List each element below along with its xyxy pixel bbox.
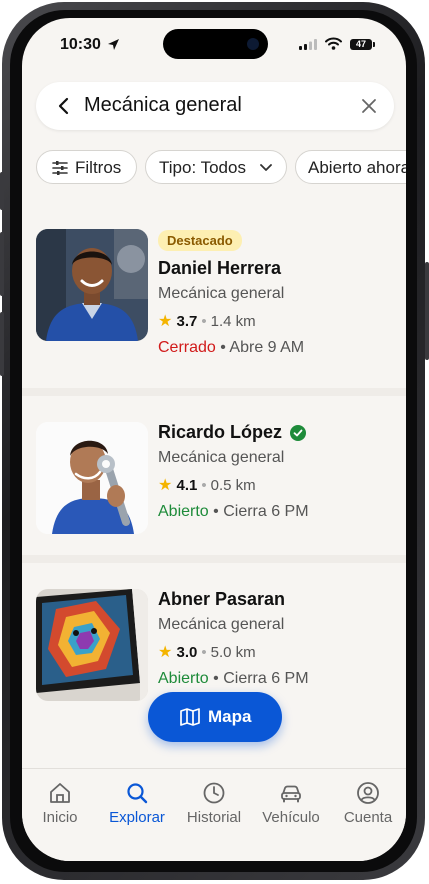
hours: Cierra 6 PM <box>223 670 309 687</box>
rating-row: ★ 4.1 • 0.5 km <box>158 477 256 494</box>
featured-badge: Destacado <box>158 230 242 251</box>
result-divider <box>22 555 406 563</box>
battery-indicator: 47 <box>350 39 375 50</box>
user-circle-icon <box>357 782 379 804</box>
rating-value: 3.7 <box>176 313 198 330</box>
search-icon <box>127 783 148 804</box>
tab-label: Historial <box>186 809 242 826</box>
mechanic-category: Mecánica general <box>158 285 285 302</box>
verified-check-icon <box>290 424 307 441</box>
back-arrow-icon[interactable] <box>54 96 74 116</box>
star-icon: ★ <box>158 313 173 330</box>
app-screen: 10:30 47 Mecánica general Filtros Tipo: … <box>22 18 406 861</box>
star-icon: ★ <box>158 644 173 661</box>
status-closed: Cerrado <box>158 339 216 356</box>
type-filter-label: Tipo: Todos <box>159 158 246 177</box>
location-arrow-icon <box>108 39 119 50</box>
power-button <box>425 262 429 360</box>
hours: Cierra 6 PM <box>223 503 309 520</box>
tab-vehiculo[interactable]: Vehículo <box>253 781 329 826</box>
distance: 1.4 km <box>210 313 256 330</box>
mechanic-name: Abner Pasaran <box>158 589 286 609</box>
status-bar: 10:30 47 <box>22 18 406 70</box>
rating-value: 4.1 <box>176 477 198 494</box>
tab-explorar[interactable]: Explorar <box>99 781 175 826</box>
map-button-label: Mapa <box>208 707 252 726</box>
tab-historial[interactable]: Historial <box>176 781 252 826</box>
wifi-icon <box>325 37 342 50</box>
filters-chip-label: Filtros <box>75 158 122 177</box>
mechanic-photo <box>36 229 148 341</box>
result-card-daniel[interactable]: Destacado Daniel Herrera Mecánica genera… <box>22 229 406 389</box>
cellular-signal-icon <box>299 39 317 50</box>
status-row: Abierto • Cierra 6 PM <box>158 670 309 687</box>
hours: Abre 9 AM <box>229 339 305 356</box>
chevron-down-icon <box>260 164 272 171</box>
mechanic-name: Daniel Herrera <box>158 258 282 278</box>
type-filter-chip[interactable]: Tipo: Todos <box>145 150 287 184</box>
tab-label: Inicio <box>42 809 78 826</box>
distance: 0.5 km <box>210 477 256 494</box>
distance: 5.0 km <box>210 644 256 661</box>
dynamic-island <box>163 29 268 59</box>
filter-chips: Filtros Tipo: Todos Abierto ahora <box>36 150 406 186</box>
tab-label: Vehículo <box>262 809 320 826</box>
rating-value: 3.0 <box>176 644 198 661</box>
home-icon <box>50 783 70 803</box>
rating-row: ★ 3.0 • 5.0 km <box>158 644 256 661</box>
status-open: Abierto <box>158 670 209 687</box>
status-row: Abierto • Cierra 6 PM <box>158 503 309 520</box>
open-now-chip[interactable]: Abierto ahora <box>295 150 406 184</box>
bottom-tab-bar: Inicio Explorar Historial Vehículo Cuent… <box>22 768 406 861</box>
result-divider <box>22 388 406 396</box>
mechanic-photo <box>36 422 148 534</box>
car-icon <box>281 785 301 803</box>
status-time: 10:30 <box>60 36 101 53</box>
mechanic-category: Mecánica general <box>158 616 285 633</box>
search-input[interactable]: Mecánica general <box>84 94 242 117</box>
volume-up-button <box>0 232 4 296</box>
map-icon <box>180 708 200 726</box>
clear-icon[interactable] <box>360 97 378 115</box>
status-open: Abierto <box>158 503 209 520</box>
status-row: Cerrado • Abre 9 AM <box>158 339 305 356</box>
mechanic-photo <box>36 589 148 701</box>
tab-inicio[interactable]: Inicio <box>22 781 98 826</box>
map-button[interactable]: Mapa <box>148 692 282 742</box>
rating-row: ★ 3.7 • 1.4 km <box>158 313 256 330</box>
clock-icon <box>203 782 225 804</box>
tab-cuenta[interactable]: Cuenta <box>330 781 406 826</box>
mechanic-name: Ricardo López <box>158 422 283 442</box>
action-button <box>0 172 4 210</box>
star-icon: ★ <box>158 477 173 494</box>
tab-label: Cuenta <box>343 809 393 826</box>
sliders-icon <box>52 161 68 175</box>
tab-label: Explorar <box>109 809 165 826</box>
search-bar[interactable]: Mecánica general <box>36 82 394 130</box>
open-now-label: Abierto ahora <box>308 158 406 177</box>
filters-chip[interactable]: Filtros <box>36 150 137 184</box>
volume-down-button <box>0 312 4 376</box>
mechanic-category: Mecánica general <box>158 449 285 466</box>
